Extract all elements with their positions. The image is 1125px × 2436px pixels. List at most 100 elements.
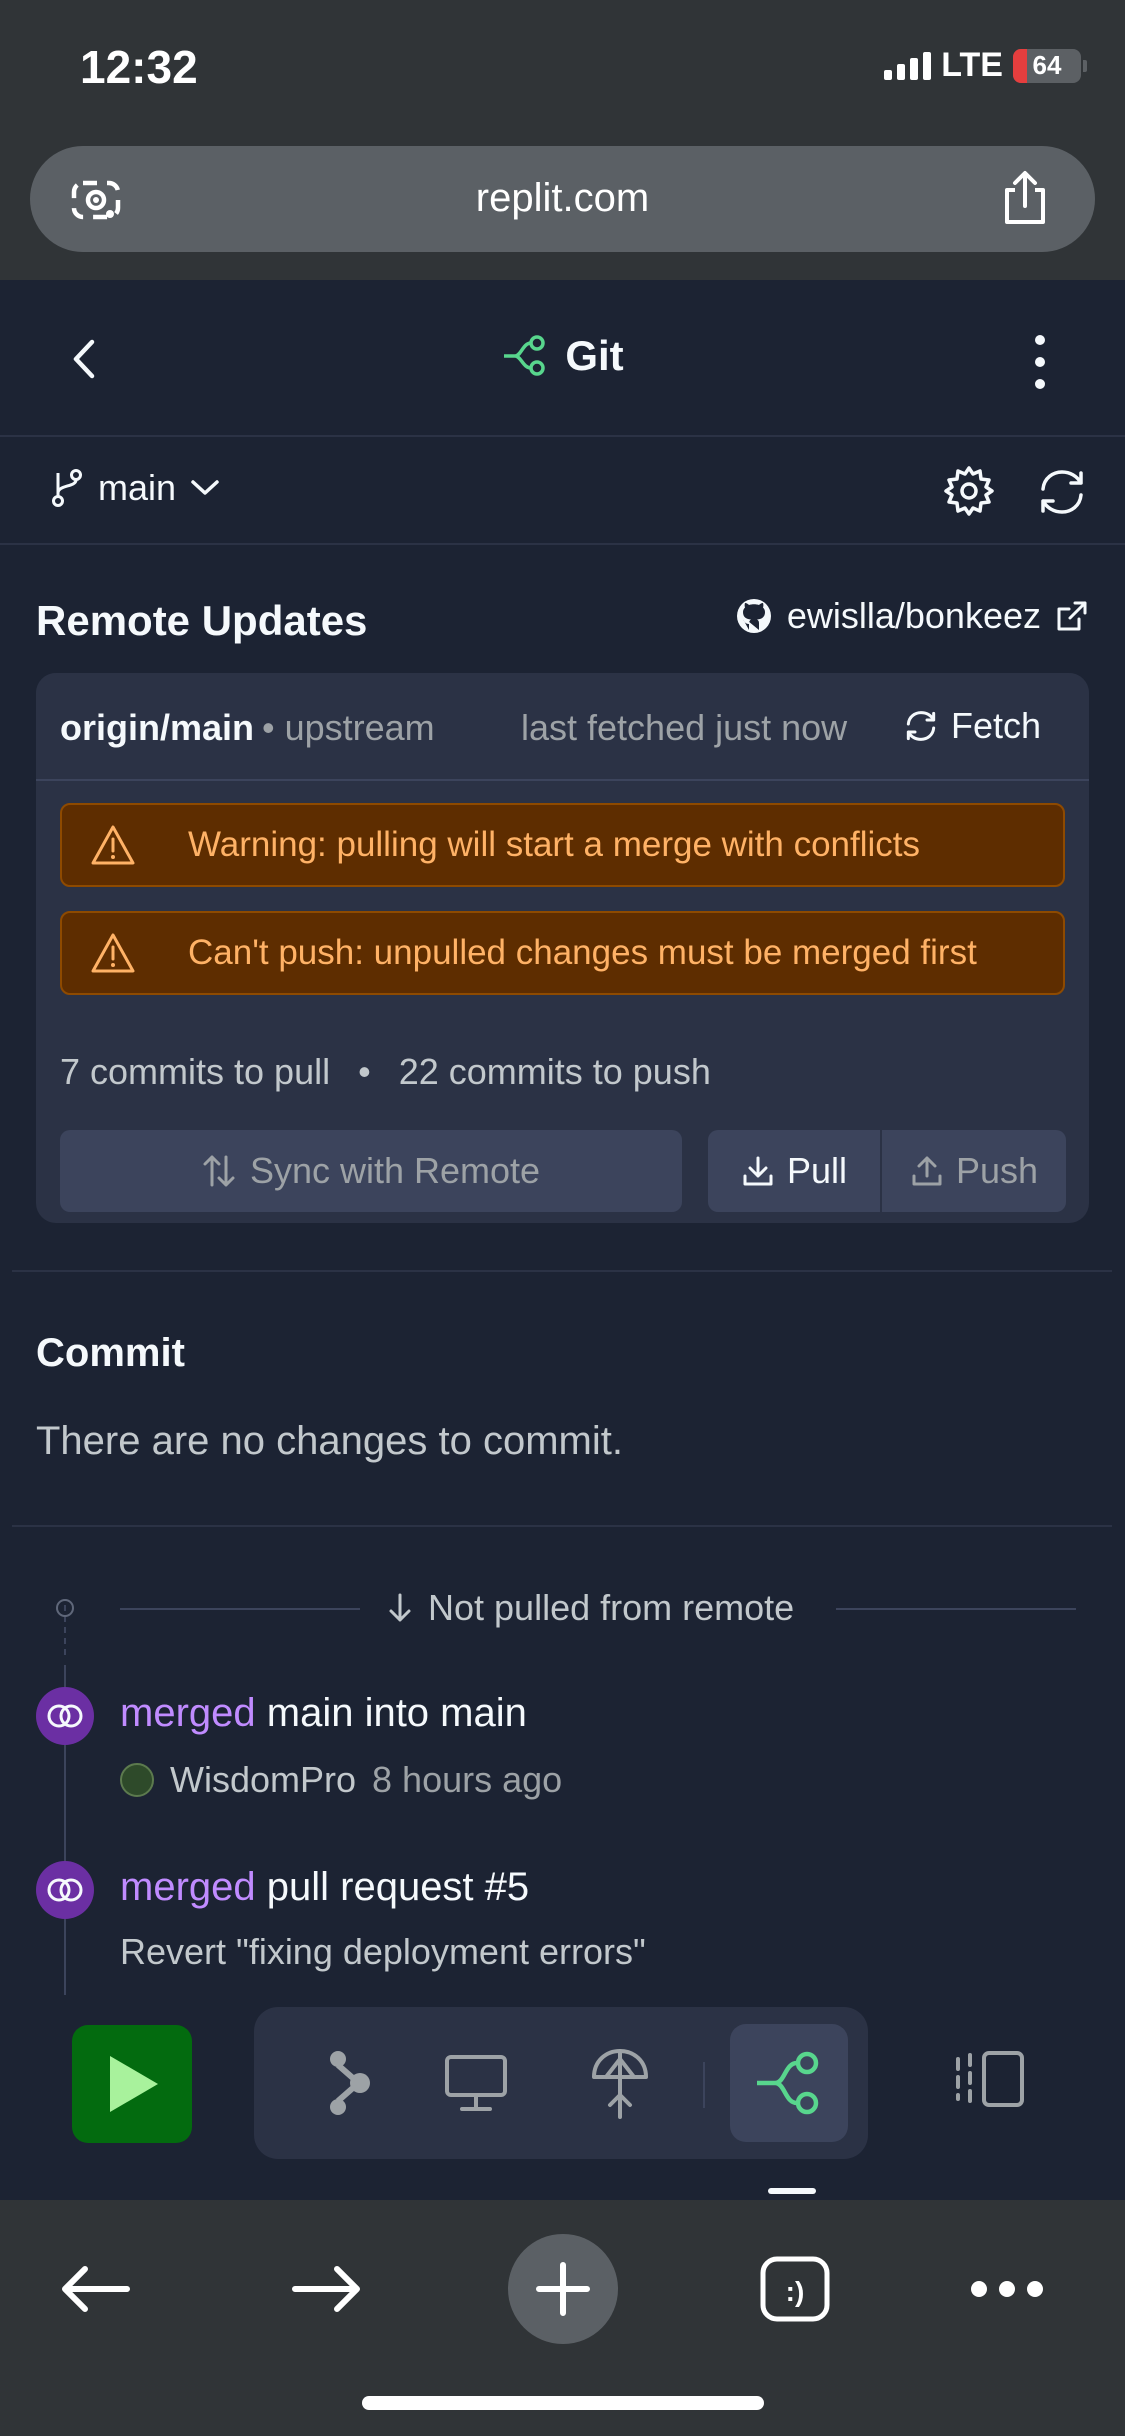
- upstream-label: • upstream: [262, 707, 435, 748]
- avatar: [120, 1763, 154, 1797]
- page-title: Git: [565, 332, 624, 379]
- commit-title[interactable]: merged pull request #5: [120, 1865, 529, 1910]
- dock-handle[interactable]: [768, 2188, 816, 2194]
- chevron-down-icon: [191, 480, 219, 495]
- push-label: Push: [955, 1150, 1039, 1191]
- status-indicators: LTE 64: [884, 46, 1087, 85]
- commits-to-push: 22 commits to push: [398, 1051, 711, 1092]
- workflow-icon: [330, 2051, 370, 2115]
- section-divider: [12, 1525, 1112, 1527]
- commit-text: pull request #5: [266, 1865, 530, 1909]
- warning-banner: Can't push: unpulled changes must be mer…: [60, 911, 1065, 995]
- gear-icon[interactable]: [943, 465, 995, 517]
- remote-card: origin/main • upstream last fetched just…: [36, 673, 1089, 1223]
- remote-updates-title: Remote Updates: [36, 597, 368, 644]
- deploy-tool-button[interactable]: [570, 2033, 670, 2133]
- browser-toolbar: replit.com: [0, 140, 1125, 282]
- panel-icon: [956, 2051, 1024, 2107]
- pull-button[interactable]: Pull: [708, 1130, 882, 1212]
- commit-title[interactable]: merged main into main: [120, 1691, 527, 1736]
- warning-triangle-icon: [91, 825, 135, 865]
- tabs-icon: :): [760, 2256, 830, 2322]
- arrow-down-icon: [389, 1593, 411, 1622]
- upload-icon: [912, 1156, 942, 1186]
- sync-label: Sync with Remote: [249, 1150, 541, 1191]
- commit-description: Revert "fixing deployment errors": [120, 1931, 646, 1972]
- home-indicator[interactable]: [362, 2396, 764, 2410]
- new-tab-button[interactable]: [508, 2234, 618, 2344]
- sync-with-remote-button[interactable]: Sync with Remote: [60, 1130, 682, 1212]
- last-fetched-label: last fetched just now: [521, 707, 848, 748]
- pull-push-group: Pull Push: [708, 1130, 1066, 1212]
- git-panel: Remote Updates ewislla/bonkeez origin/ma…: [0, 545, 1125, 1995]
- warning-text: Warning: pulling will start a merge with…: [188, 825, 921, 864]
- more-button[interactable]: [952, 2234, 1062, 2344]
- fetch-label: Fetch: [950, 705, 1041, 746]
- run-button[interactable]: [72, 2025, 192, 2143]
- signal-icon: [884, 51, 932, 80]
- git-icon: [504, 335, 546, 376]
- external-link-icon: [1057, 601, 1087, 631]
- git-tool-button[interactable]: [730, 2024, 848, 2142]
- branch-name: main: [98, 467, 177, 508]
- git-branch-icon: [52, 469, 82, 507]
- browser-back-button[interactable]: [40, 2234, 150, 2344]
- download-icon: [743, 1156, 773, 1186]
- refresh-icon[interactable]: [1035, 465, 1089, 519]
- webview-tool-button[interactable]: [426, 2033, 526, 2133]
- more-icon: [971, 2281, 1043, 2297]
- panel-toggle-button[interactable]: [950, 2039, 1030, 2119]
- workflow-tool-button[interactable]: [298, 2033, 398, 2133]
- repo-link[interactable]: ewislla/bonkeez: [735, 595, 1089, 637]
- timeline-dot: [56, 1599, 74, 1617]
- tabs-button[interactable]: :): [740, 2234, 850, 2344]
- remote-branch: origin/main: [60, 707, 255, 748]
- commit-text: main into main: [266, 1691, 527, 1735]
- url-text[interactable]: replit.com: [30, 176, 1095, 221]
- section-divider: [12, 1270, 1112, 1272]
- address-bar[interactable]: replit.com: [30, 146, 1095, 252]
- commit-meta: WisdomPro 8 hours ago: [120, 1759, 562, 1801]
- network-label: LTE: [941, 46, 1003, 84]
- remote-card-header: origin/main • upstream last fetched just…: [36, 673, 1089, 781]
- status-bar: 12:32 LTE 64: [0, 0, 1125, 140]
- deploy-icon: [592, 2049, 648, 2119]
- pull-label: Pull: [786, 1150, 848, 1191]
- not-pulled-text: Not pulled from remote: [428, 1587, 795, 1628]
- kebab-menu-icon[interactable]: [1025, 332, 1055, 392]
- back-arrow-icon: [62, 2266, 130, 2312]
- merge-icon: [36, 1861, 94, 1919]
- warning-triangle-icon: [91, 933, 135, 973]
- bottom-dock: [0, 1995, 1125, 2200]
- commits-to-pull: 7 commits to pull: [60, 1051, 331, 1092]
- not-pulled-divider: Not pulled from remote: [56, 1587, 1076, 1637]
- commit-counts: 7 commits to pull • 22 commits to push: [60, 1051, 711, 1093]
- commit-section-title: Commit: [36, 1331, 185, 1375]
- refresh-icon: [906, 711, 936, 741]
- commit-time: 8 hours ago: [372, 1759, 563, 1800]
- divider-line: [836, 1608, 1076, 1610]
- commit-verb: merged: [120, 1691, 256, 1735]
- not-pulled-label: Not pulled from remote: [386, 1587, 794, 1629]
- header-title-group: Git: [0, 332, 1125, 380]
- branch-selector[interactable]: main: [50, 467, 220, 509]
- no-changes-message: There are no changes to commit.: [36, 1419, 623, 1463]
- plus-icon: [536, 2262, 590, 2316]
- warning-text: Can't push: unpulled changes must be mer…: [188, 933, 977, 972]
- forward-arrow-icon: [292, 2266, 360, 2312]
- share-icon[interactable]: [995, 168, 1055, 228]
- monitor-icon: [445, 2055, 507, 2111]
- commit-author: WisdomPro: [170, 1759, 357, 1800]
- push-button[interactable]: Push: [882, 1130, 1066, 1212]
- status-time: 12:32: [80, 41, 198, 93]
- battery-icon: 64: [1013, 48, 1087, 83]
- git-icon: [757, 2051, 819, 2115]
- browser-forward-button[interactable]: [272, 2234, 382, 2344]
- tool-group: [254, 2007, 868, 2159]
- github-icon: [736, 599, 771, 633]
- repo-name[interactable]: ewislla/bonkeez: [787, 595, 1041, 637]
- sort-arrows-icon: [203, 1155, 235, 1187]
- svg-text::): :): [786, 2276, 805, 2307]
- fetch-button[interactable]: Fetch: [903, 705, 1041, 747]
- warning-banner: Warning: pulling will start a merge with…: [60, 803, 1065, 887]
